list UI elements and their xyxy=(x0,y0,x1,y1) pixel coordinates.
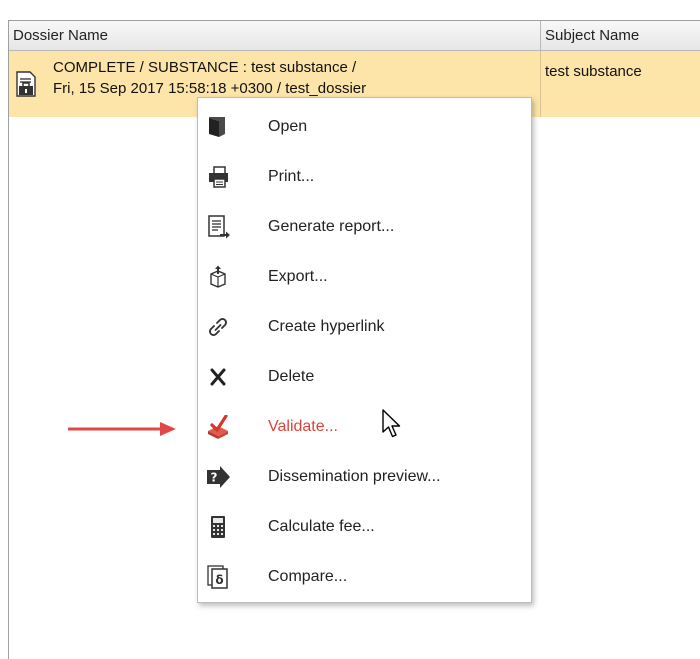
subject-name-cell[interactable]: test substance xyxy=(541,51,700,117)
menu-item-label: Compare... xyxy=(268,568,348,585)
menu-item-dissemination-preview[interactable]: ? Dissemination preview... xyxy=(198,452,531,502)
link-icon xyxy=(209,318,227,336)
menu-item-create-hyperlink[interactable]: Create hyperlink xyxy=(198,302,531,352)
column-header-subject-name[interactable]: Subject Name xyxy=(541,21,700,50)
svg-text:δ: δ xyxy=(215,573,223,587)
menu-item-generate-report[interactable]: Generate report... xyxy=(198,202,531,252)
menu-item-print[interactable]: Print... xyxy=(198,152,531,202)
open-icon xyxy=(209,117,225,137)
compare-icon: δ xyxy=(207,565,228,589)
menu-item-delete[interactable]: Delete xyxy=(198,352,531,402)
menu-item-label: Generate report... xyxy=(268,218,395,235)
menu-item-label: Dissemination preview... xyxy=(268,468,441,485)
dossier-name-line1: COMPLETE / SUBSTANCE : test substance / xyxy=(53,59,357,76)
report-icon xyxy=(208,215,230,239)
context-menu: Open Print... Generate report... Export.… xyxy=(197,97,532,603)
red-arrow-annotation xyxy=(68,422,176,436)
calculator-icon xyxy=(211,516,225,538)
menu-item-compare[interactable]: δ Compare... xyxy=(198,552,531,602)
menu-item-label: Print... xyxy=(268,168,315,185)
menu-item-label: Open xyxy=(268,118,308,135)
menu-item-validate[interactable]: Validate... xyxy=(198,402,531,452)
mouse-cursor-icon xyxy=(382,409,401,438)
column-header-dossier-name[interactable]: Dossier Name xyxy=(9,21,541,50)
export-icon xyxy=(210,265,226,288)
menu-item-label: Calculate fee... xyxy=(268,518,375,535)
locked-dossier-icon xyxy=(16,71,36,97)
menu-item-open[interactable]: Open xyxy=(198,102,531,152)
dissemination-preview-icon: ? xyxy=(207,466,230,488)
menu-item-label: Create hyperlink xyxy=(268,318,385,335)
delete-icon xyxy=(210,368,226,386)
menu-item-label: Validate... xyxy=(268,418,338,435)
validate-icon xyxy=(208,415,228,439)
subject-name-text: test substance xyxy=(545,63,642,80)
menu-item-calculate-fee[interactable]: Calculate fee... xyxy=(198,502,531,552)
svg-text:?: ? xyxy=(211,471,218,485)
printer-icon xyxy=(209,166,228,188)
menu-item-label: Delete xyxy=(268,368,315,385)
dossier-name-line2: Fri, 15 Sep 2017 15:58:18 +0300 / test_d… xyxy=(53,80,367,97)
menu-item-label: Export... xyxy=(268,268,328,285)
menu-item-export[interactable]: Export... xyxy=(198,252,531,302)
table-header: Dossier Name Subject Name xyxy=(9,21,700,51)
